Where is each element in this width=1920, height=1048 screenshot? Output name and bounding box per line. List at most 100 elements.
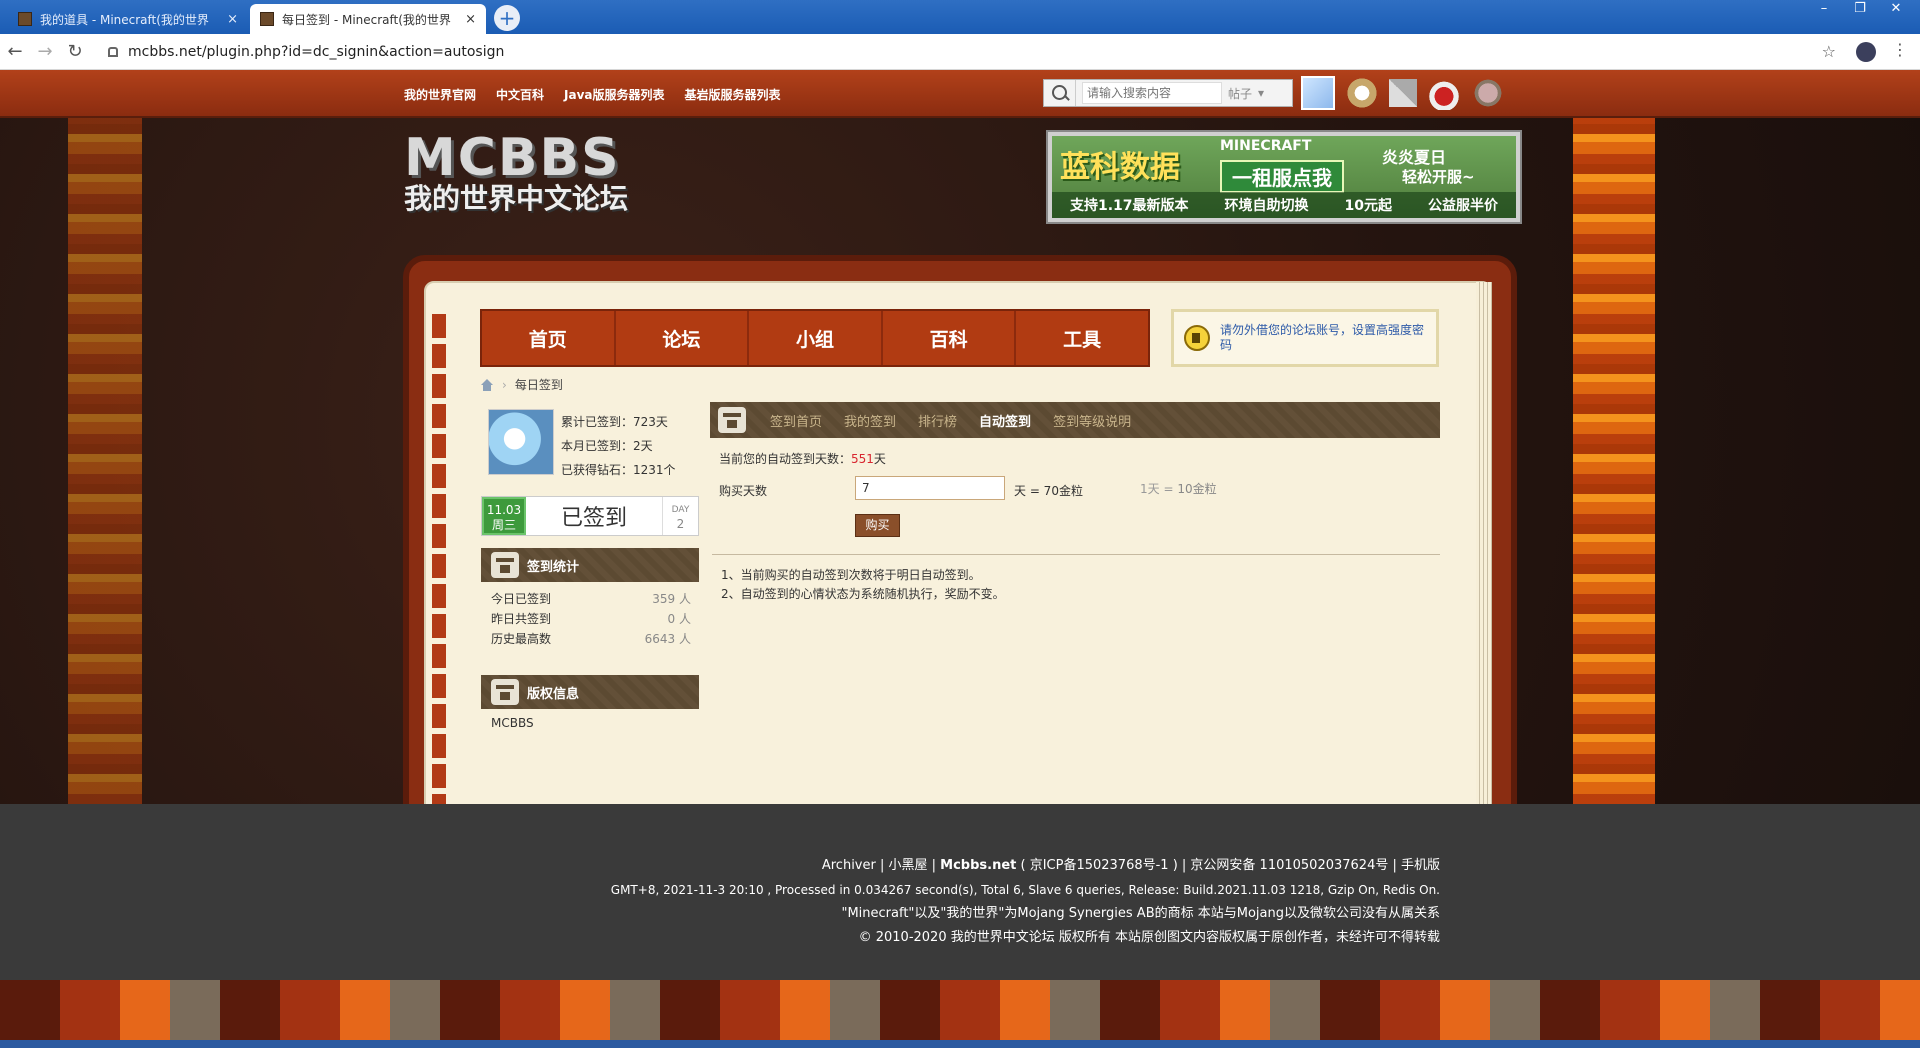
- items-box-icon[interactable]: [1389, 79, 1417, 107]
- nav-groups[interactable]: 小组: [749, 311, 883, 365]
- rate-value: 10金粒: [1177, 482, 1217, 496]
- browser-menu-icon[interactable]: ⋮: [1892, 40, 1908, 59]
- tab-signin-home[interactable]: 签到首页: [770, 411, 822, 430]
- close-window-icon[interactable]: ✕: [1882, 0, 1910, 20]
- nav-tools[interactable]: 工具: [1016, 311, 1148, 365]
- reload-icon[interactable]: ↻: [60, 41, 90, 62]
- logo-main-text: MCBBS: [404, 128, 621, 188]
- settings-palette-icon[interactable]: [1471, 76, 1505, 110]
- banner-slogan2: 轻松开服~: [1402, 168, 1475, 186]
- breadcrumb-current[interactable]: 每日签到: [515, 376, 563, 393]
- link-java-servers[interactable]: Java版服务器列表: [564, 86, 664, 103]
- banner-slogan1: 炎炎夏日: [1382, 148, 1447, 167]
- tab-autosign[interactable]: 自动签到: [979, 411, 1031, 430]
- breadcrumb-separator: ›: [502, 377, 507, 392]
- creeper-icon: [491, 679, 519, 705]
- tab-level-info[interactable]: 签到等级说明: [1053, 411, 1131, 430]
- search-icon[interactable]: [1044, 80, 1076, 106]
- tab-close-icon[interactable]: ×: [465, 12, 476, 27]
- signed-status-box: 11.03 周三 已签到 DAY 2: [481, 496, 699, 536]
- tab-my-signin[interactable]: 我的签到: [844, 411, 896, 430]
- footer-links[interactable]: Archiver | 小黑屋 |: [822, 858, 940, 873]
- list-item: 2、自动签到的心情状态为系统随机执行，奖励不变。: [721, 587, 1005, 601]
- footer-line-3: "Minecraft"以及"我的世界"为Mojang Synergies AB的…: [841, 906, 1440, 921]
- link-wiki[interactable]: 中文百科: [496, 86, 544, 103]
- buy-button[interactable]: 购买: [855, 514, 900, 537]
- sign-stats-list: 今日已签到 359 人 昨日共签到 0 人 历史最高数 6643 人: [491, 589, 691, 649]
- banner-feature: 公益服半价: [1427, 198, 1498, 214]
- banner-cta: 一租服点我: [1220, 160, 1344, 193]
- url-field[interactable]: mcbbs.net/plugin.php?id=dc_signin&action…: [108, 39, 1808, 65]
- banner-feature: 支持1.17最新版本: [1069, 198, 1189, 214]
- footer-line-2: GMT+8, 2021-11-3 20:10 , Processed in 0.…: [610, 883, 1440, 897]
- notifications-icon[interactable]: [1427, 76, 1461, 110]
- nav-wiki[interactable]: 百科: [883, 311, 1017, 365]
- user-sign-stats: 累计已签到：723天 本月已签到：2天 已获得钻石：1231个: [561, 410, 676, 482]
- footer-line-4: © 2010-2020 我的世界中文论坛 版权所有 本站原创图文内容版权属于原创…: [858, 930, 1440, 945]
- minecraft-favicon-icon: [18, 12, 32, 26]
- day-value: 2: [676, 517, 685, 531]
- restore-icon[interactable]: ❐: [1846, 0, 1874, 20]
- top-links: 我的世界官网 中文百科 Java版服务器列表 基岩版服务器列表: [404, 86, 781, 103]
- minimize-icon[interactable]: –: [1810, 0, 1838, 20]
- notice-text[interactable]: 请勿外借您的论坛账号，设置高强度密码: [1220, 323, 1426, 353]
- sign-stats-header: 签到统计: [481, 548, 699, 582]
- avatar[interactable]: [488, 409, 554, 475]
- stat-diamonds: 已获得钻石：1231个: [561, 463, 676, 477]
- os-taskbar: [0, 1040, 1920, 1048]
- bookmark-star-icon[interactable]: ☆: [1822, 42, 1836, 61]
- footer-icp[interactable]: ( 京ICP备15023768号-1 ) | 京公网安备 11010502037…: [1016, 858, 1440, 873]
- lava-column-right: [1573, 118, 1655, 804]
- home-icon[interactable]: [480, 378, 494, 391]
- chevron-down-icon: ▾: [1258, 86, 1265, 100]
- tab-ranking[interactable]: 排行榜: [918, 411, 957, 430]
- user-avatar-small[interactable]: [1301, 76, 1335, 110]
- address-bar: ← → ↻ mcbbs.net/plugin.php?id=dc_signin&…: [0, 34, 1920, 70]
- banner-features: 支持1.17最新版本 环境自助切换 10元起 公益服半价: [1052, 192, 1516, 218]
- book-binding: [432, 314, 446, 834]
- browser-tab-items[interactable]: 我的道具 - Minecraft(我的世界 ×: [8, 4, 248, 34]
- autosign-days: 当前您的自动签到天数：551天: [719, 450, 886, 467]
- rate-prefix: 1天 =: [1140, 482, 1174, 496]
- speaker-icon: [1184, 325, 1210, 351]
- new-tab-button[interactable]: +: [494, 5, 520, 31]
- buy-days-input[interactable]: [855, 476, 1005, 500]
- messages-icon[interactable]: [1345, 76, 1379, 110]
- footer-site[interactable]: Mcbbs.net: [940, 858, 1016, 873]
- list-item: 昨日共签到 0 人: [491, 609, 691, 629]
- profile-avatar[interactable]: [1856, 42, 1876, 62]
- banner-minecraft: MINECRAFT: [1220, 138, 1312, 154]
- footer-line-1: Archiver | 小黑屋 | Mcbbs.net ( 京ICP备150237…: [611, 854, 1440, 878]
- banner-feature: 10元起: [1344, 198, 1392, 214]
- weekday-text: 周三: [491, 518, 516, 532]
- logo-sub-text: 我的世界中文论坛: [404, 182, 629, 215]
- breadcrumb: › 每日签到: [480, 376, 563, 393]
- link-official-site[interactable]: 我的世界官网: [404, 86, 476, 103]
- stat-value: 359 人: [652, 592, 691, 606]
- stat-value: 0 人: [667, 612, 691, 626]
- forward-icon[interactable]: →: [30, 41, 60, 62]
- sign-stats-title: 签到统计: [527, 559, 580, 575]
- search-type-select[interactable]: 帖子 ▾: [1228, 85, 1264, 102]
- tab-close-icon[interactable]: ×: [227, 12, 238, 27]
- stat-label: 昨日共签到: [491, 612, 552, 626]
- nav-forum[interactable]: 论坛: [616, 311, 750, 365]
- search-input[interactable]: [1082, 82, 1222, 104]
- link-bedrock-servers[interactable]: 基岩版服务器列表: [685, 86, 781, 103]
- nav-home[interactable]: 首页: [482, 311, 616, 365]
- buy-days-label: 购买天数: [719, 484, 768, 498]
- browser-tab-signin[interactable]: 每日签到 - Minecraft(我的世界 ×: [250, 4, 486, 34]
- page-edge: [1476, 282, 1492, 866]
- stat-label: 今日已签到: [491, 592, 552, 606]
- footer-lava-strip: [0, 980, 1920, 1048]
- tab-title: 我的道具 - Minecraft(我的世界: [40, 12, 209, 27]
- banner-brand: 蓝科数据: [1060, 150, 1180, 185]
- ad-banner[interactable]: 蓝科数据 MINECRAFT 一租服点我 炎炎夏日 轻松开服~ 支持1.17最新…: [1046, 130, 1522, 224]
- list-item: 历史最高数 6643 人: [491, 629, 691, 649]
- date-badge: 11.03 周三: [482, 497, 526, 535]
- lock-icon: [108, 47, 118, 57]
- search-type-label: 帖子: [1228, 86, 1253, 101]
- site-logo[interactable]: MCBBS 我的世界中文论坛: [404, 128, 664, 215]
- stat-label: 历史最高数: [491, 632, 552, 646]
- back-icon[interactable]: ←: [0, 41, 30, 62]
